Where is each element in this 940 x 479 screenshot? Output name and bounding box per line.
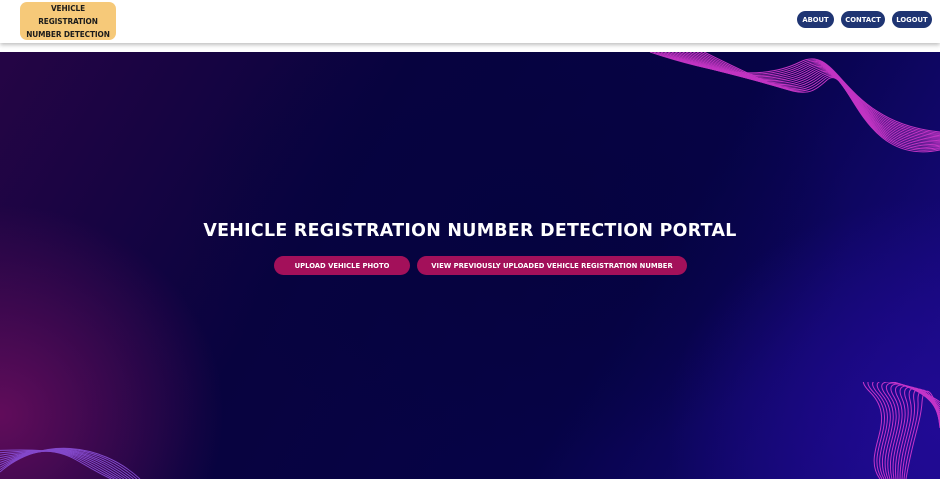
wave-lines-bottom-right xyxy=(862,382,940,479)
upload-vehicle-photo-button[interactable]: UPLOAD VEHICLE PHOTO xyxy=(274,256,410,275)
wave-lines-bottom-left xyxy=(0,447,141,479)
logo-line-2: NUMBER DETECTION xyxy=(26,28,110,39)
logo-line-1: VEHICLE REGISTRATION xyxy=(38,2,98,26)
navbar: VEHICLE REGISTRATION NUMBER DETECTION AB… xyxy=(0,0,940,43)
hero-section: VEHICLE REGISTRATION NUMBER DETECTION PO… xyxy=(0,52,940,479)
logout-button[interactable]: LOGOUT xyxy=(892,11,932,28)
wave-lines-top-right xyxy=(649,52,940,153)
about-button[interactable]: ABOUT xyxy=(797,11,834,28)
view-previous-uploads-button[interactable]: VIEW PREVIOUSLY UPLOADED VEHICLE REGISTR… xyxy=(417,256,687,275)
page-title: VEHICLE REGISTRATION NUMBER DETECTION PO… xyxy=(203,221,737,241)
brand-logo[interactable]: VEHICLE REGISTRATION NUMBER DETECTION xyxy=(20,2,116,40)
contact-button[interactable]: CONTACT xyxy=(841,11,885,28)
